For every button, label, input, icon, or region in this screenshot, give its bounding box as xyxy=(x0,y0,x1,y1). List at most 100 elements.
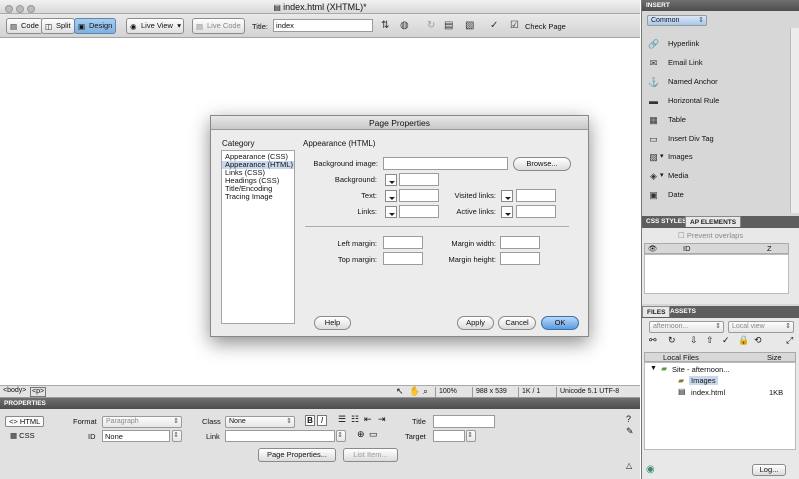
apply-button[interactable]: Apply xyxy=(457,316,494,330)
list-item-button[interactable]: List Item... xyxy=(343,448,398,462)
code-view-button[interactable]: ▤ Code xyxy=(6,18,43,34)
class-select[interactable]: None xyxy=(225,416,295,428)
insert-item-anchor[interactable]: ⚓ Named Anchor xyxy=(642,73,790,91)
check-page-label[interactable]: Check Page xyxy=(525,22,566,31)
indent-icon[interactable]: ⇥ xyxy=(378,414,386,425)
format-select[interactable]: Paragraph xyxy=(102,416,182,428)
connect-icon[interactable]: ⚯ xyxy=(649,335,657,346)
window-size[interactable]: 988 x 539 xyxy=(472,387,515,397)
help-button[interactable]: Help xyxy=(314,316,351,330)
italic-button[interactable]: I xyxy=(317,415,327,426)
link-title-input[interactable] xyxy=(433,415,495,428)
prevent-overlaps-checkbox[interactable]: ☐ Prevent overlaps xyxy=(678,231,743,240)
tag-selector-body[interactable]: <body> xyxy=(3,387,26,394)
view-select[interactable]: Local view xyxy=(728,321,794,333)
insert-item-hyperlink[interactable]: 🔗 Hyperlink xyxy=(642,35,790,53)
quick-tag-editor-icon[interactable]: ✎ xyxy=(626,426,634,437)
hand-tool-icon[interactable]: ✋ xyxy=(409,386,420,397)
live-code-button[interactable]: ▤ Live Code xyxy=(192,18,245,34)
id-select-arrow[interactable] xyxy=(172,430,182,442)
background-color-swatch[interactable] xyxy=(385,174,397,186)
put-files-icon[interactable]: ⇧ xyxy=(706,335,714,346)
id-input[interactable]: None xyxy=(102,430,170,442)
cancel-button[interactable]: Cancel xyxy=(498,316,536,330)
browse-button[interactable]: Browse... xyxy=(513,157,571,171)
left-margin-input[interactable] xyxy=(383,236,423,249)
link-select-arrow[interactable] xyxy=(336,430,346,442)
get-files-icon[interactable]: ⇩ xyxy=(690,335,698,346)
expand-arrow-icon[interactable]: ▼ xyxy=(650,365,657,372)
insert-category-select[interactable]: Common xyxy=(647,15,707,26)
zoom-level[interactable]: 100% xyxy=(435,387,469,397)
target-select-arrow[interactable] xyxy=(466,430,476,442)
live-view-button[interactable]: ◉ Live View ▾ xyxy=(126,18,184,34)
visual-aids-icon[interactable]: ▧ xyxy=(465,21,474,31)
view-options-icon[interactable]: ▤ xyxy=(444,21,453,31)
tree-images-folder[interactable]: Images xyxy=(689,376,718,385)
select-tool-icon[interactable]: ↖ xyxy=(396,386,404,397)
tree-site[interactable]: Site - afternoon... xyxy=(672,365,730,374)
help-icon[interactable]: ? xyxy=(626,414,631,424)
insert-item-div-tag[interactable]: ▭ Insert Div Tag xyxy=(642,130,790,148)
dropdown-arrow-icon[interactable]: ▾ xyxy=(660,148,664,166)
tag-selector-p[interactable]: <p> xyxy=(30,387,47,397)
ok-button[interactable]: OK xyxy=(541,316,579,330)
insert-item-table[interactable]: ▦ Table xyxy=(642,111,790,129)
tab-ap-elements[interactable]: AP ELEMENTS xyxy=(685,216,742,227)
expand-icon[interactable]: ⤢ xyxy=(786,335,793,346)
background-image-input[interactable] xyxy=(383,157,508,170)
zoom-window-icon[interactable] xyxy=(27,5,35,13)
check-page-icon[interactable]: ☑ xyxy=(510,21,519,31)
dropdown-arrow-icon[interactable]: ▾ xyxy=(660,167,664,185)
links-color-input[interactable] xyxy=(399,205,439,218)
visited-links-swatch[interactable] xyxy=(501,190,513,202)
site-select[interactable]: afternoon... xyxy=(649,321,724,333)
insert-item-date[interactable]: ▣ Date xyxy=(642,186,790,204)
insert-item-horizontal-rule[interactable]: ▬ Horizontal Rule xyxy=(642,92,790,110)
top-margin-input[interactable] xyxy=(383,252,423,265)
ordered-list-icon[interactable]: ☷ xyxy=(351,414,359,425)
text-color-input[interactable] xyxy=(399,189,439,202)
sync-icon[interactable]: ⟲ xyxy=(754,335,762,346)
background-color-input[interactable] xyxy=(399,173,439,186)
page-properties-button[interactable]: Page Properties... xyxy=(258,448,336,462)
bold-button[interactable]: B xyxy=(305,415,315,426)
target-input[interactable] xyxy=(433,430,465,442)
split-view-button[interactable]: ◫ Split xyxy=(41,18,75,34)
preview-browser-icon[interactable]: ◍ xyxy=(400,21,409,31)
ap-table-body[interactable] xyxy=(644,254,789,294)
margin-width-input[interactable] xyxy=(500,236,540,249)
insert-scrollbar[interactable] xyxy=(790,28,799,213)
css-mode-button[interactable]: ▦ CSS xyxy=(10,431,35,440)
outdent-icon[interactable]: ⇤ xyxy=(364,414,372,425)
visited-links-input[interactable] xyxy=(516,189,556,202)
unordered-list-icon[interactable]: ☰ xyxy=(338,414,346,425)
check-out-icon[interactable]: ✓ xyxy=(722,335,730,346)
insert-item-image[interactable]: ▨ Images ▾ xyxy=(642,148,790,166)
zoom-tool-icon[interactable]: ⌕ xyxy=(423,386,428,397)
log-button[interactable]: Log... xyxy=(752,464,786,476)
live-view-dropdown-icon[interactable]: ▾ xyxy=(177,19,181,33)
tab-assets[interactable]: ASSETS xyxy=(666,306,700,317)
refresh-files-icon[interactable]: ↻ xyxy=(668,335,676,346)
tree-index-file[interactable]: index.html xyxy=(691,388,725,397)
category-item[interactable]: Tracing Image xyxy=(222,193,294,201)
file-management-icon[interactable]: ⇅ xyxy=(381,21,389,31)
active-links-input[interactable] xyxy=(516,205,556,218)
browse-folder-icon[interactable]: ▭ xyxy=(369,429,378,440)
close-window-icon[interactable] xyxy=(5,5,13,13)
active-links-swatch[interactable] xyxy=(501,206,513,218)
collapse-icon[interactable]: △ xyxy=(626,461,632,470)
document-title-input[interactable]: index xyxy=(273,19,373,32)
minimize-window-icon[interactable] xyxy=(16,5,24,13)
html-mode-button[interactable]: <> HTML xyxy=(5,416,45,427)
insert-item-media[interactable]: ◈ Media ▾ xyxy=(642,167,790,185)
insert-item-email-link[interactable]: ✉ Email Link xyxy=(642,54,790,72)
point-to-file-icon[interactable]: ⊕ xyxy=(357,429,365,440)
link-input[interactable] xyxy=(225,430,335,442)
text-color-swatch[interactable] xyxy=(385,190,397,202)
refresh-icon[interactable]: ↻ xyxy=(427,21,435,31)
tab-css-styles[interactable]: CSS STYLES xyxy=(642,216,690,227)
check-in-icon[interactable]: 🔒 xyxy=(738,335,749,346)
links-color-swatch[interactable] xyxy=(385,206,397,218)
